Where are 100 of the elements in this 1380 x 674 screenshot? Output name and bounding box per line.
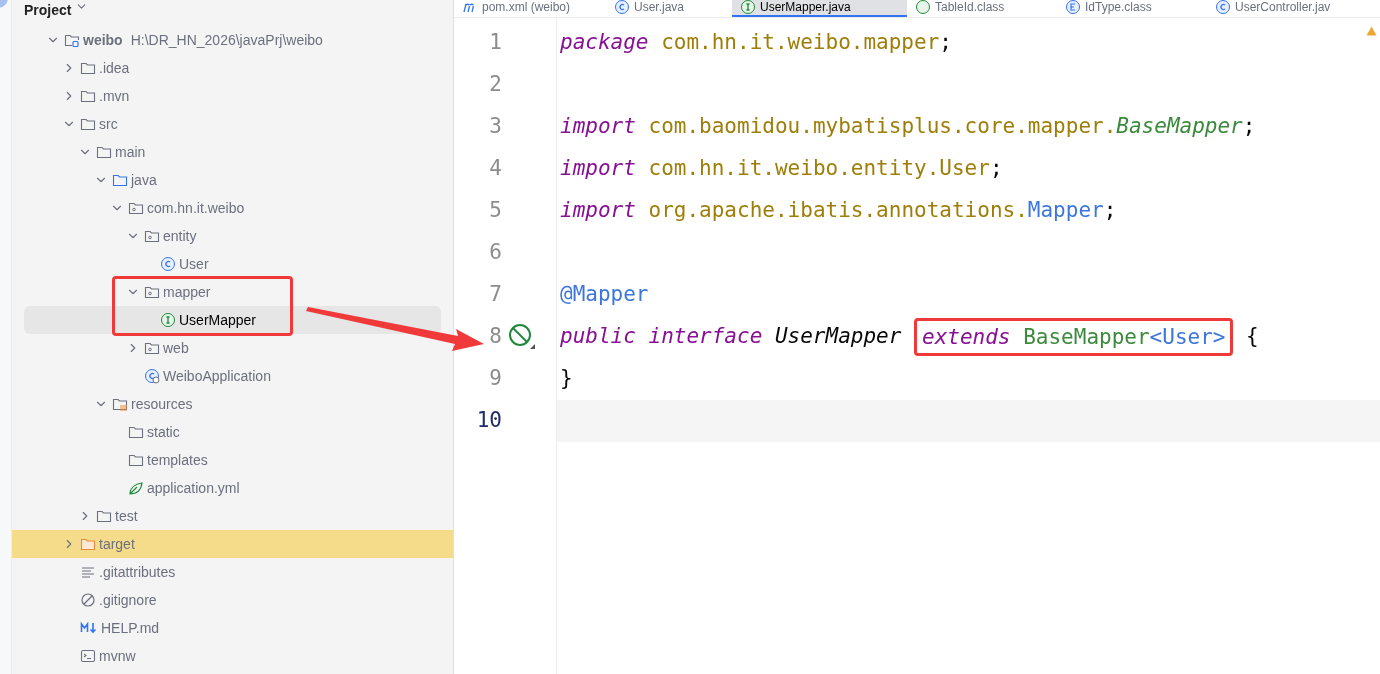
- spring-class-icon: [144, 368, 160, 384]
- code-text: {: [1245, 323, 1259, 351]
- tree-item[interactable]: application.yml: [12, 474, 244, 502]
- tree-item-label: templates: [147, 450, 208, 470]
- tree-item-label: resources: [131, 394, 193, 414]
- path-hint: H:\DR_HN_2026\javaPrj\weibo: [130, 30, 323, 50]
- code-token: import: [560, 155, 637, 183]
- tree-item-label: test: [115, 506, 138, 526]
- tree-item-label: .idea: [99, 58, 130, 78]
- tree-item[interactable]: .idea: [12, 54, 134, 82]
- resources-folder-icon: [112, 396, 128, 412]
- tree-item-label: .gitattributes: [99, 562, 176, 582]
- class-icon: [614, 0, 630, 15]
- editor-tab[interactable]: IdType.class: [1057, 0, 1207, 17]
- folder-icon: [80, 116, 96, 132]
- class-icon: [1215, 0, 1231, 15]
- code-token: extends: [922, 325, 1012, 349]
- ignore-file-icon: [80, 592, 96, 608]
- tree-item[interactable]: weibo H:\DR_HN_2026\javaPrj\weibo: [12, 26, 327, 54]
- editor-tab[interactable]: UserController.jav: [1207, 0, 1357, 17]
- editor-tab[interactable]: pom.xml (weibo): [454, 0, 606, 17]
- tree-item[interactable]: .gitignore: [12, 586, 161, 614]
- leaf-icon: [128, 480, 144, 496]
- interface-icon: [160, 312, 176, 328]
- tree-item[interactable]: .gitattributes: [12, 558, 180, 586]
- line-number: 7: [488, 281, 502, 309]
- panel-title: Project: [24, 1, 72, 20]
- code-token: Mapper: [1027, 197, 1104, 225]
- code-token: public interface: [560, 323, 764, 351]
- tree-item[interactable]: mvnw: [12, 642, 140, 670]
- tree-item[interactable]: com.hn.it.weibo: [12, 194, 249, 222]
- tree-item[interactable]: test: [12, 502, 142, 530]
- tree-item[interactable]: entity: [12, 222, 201, 250]
- line-number: 8: [488, 323, 502, 351]
- code-token: BaseMapper: [1116, 113, 1243, 141]
- tree-item-label: mapper: [163, 282, 211, 302]
- tree-item-label: static: [147, 422, 180, 442]
- code-text: }: [560, 365, 573, 393]
- text-file-icon: [80, 564, 96, 580]
- line-number: 3: [488, 113, 502, 141]
- code-text: ;: [1103, 197, 1117, 225]
- tree-item[interactable]: src: [12, 110, 122, 138]
- package-folder-icon: [128, 200, 144, 216]
- enum-icon: [1065, 0, 1081, 15]
- tree-item[interactable]: HELP.md: [12, 614, 164, 642]
- implemented-marker-icon[interactable]: [508, 324, 536, 350]
- tree-item-label: application.yml: [147, 478, 240, 498]
- project-folder-icon: [64, 32, 80, 48]
- line-number: 10: [475, 407, 502, 435]
- tree-item-label: WeiboApplication: [163, 366, 271, 386]
- code-token: package: [560, 29, 650, 57]
- tree-item[interactable]: UserMapper: [24, 306, 441, 334]
- tree-item-label: src: [99, 114, 118, 134]
- code-token: com.hn.it.weibo.mapper: [661, 29, 940, 57]
- tree-item-label: java: [131, 170, 157, 190]
- line-number: 1: [488, 29, 502, 57]
- code-token: com.hn.it.weibo.entity.User: [648, 155, 990, 183]
- tree-item[interactable]: static: [12, 418, 184, 446]
- code-token: import: [560, 113, 637, 141]
- code-token: <User>: [1149, 325, 1226, 349]
- tree-item-label: web: [163, 338, 189, 358]
- tree-item[interactable]: templates: [12, 446, 212, 474]
- tree-item[interactable]: main: [12, 138, 150, 166]
- folder-icon: [96, 144, 112, 160]
- line-number: 9: [488, 365, 502, 393]
- package-folder-icon: [144, 228, 160, 244]
- tree-item[interactable]: User: [12, 250, 213, 278]
- line-number: 6: [488, 239, 502, 267]
- tree-item-label: HELP.md: [101, 618, 160, 638]
- package-folder-icon: [144, 340, 160, 356]
- folder-icon: [80, 536, 96, 552]
- tree-item-label: User: [179, 254, 209, 274]
- code-token: BaseMapper: [1023, 325, 1150, 349]
- folder-icon: [80, 60, 96, 76]
- package-folder-icon: [144, 284, 160, 300]
- line-number: 5: [488, 197, 502, 225]
- markdown-icon: [80, 620, 98, 636]
- tree-item[interactable]: .mvn: [12, 82, 134, 110]
- tree-item-label: entity: [163, 226, 197, 246]
- code-text: ;: [989, 155, 1003, 183]
- warning-icon: [1366, 26, 1377, 36]
- editor-tab[interactable]: TableId.class: [907, 0, 1057, 17]
- tree-item-label: mvnw: [99, 646, 136, 666]
- editor-tab[interactable]: User.java: [606, 0, 732, 17]
- code-token: com.baomidou.mybatisplus.core.mapper.: [648, 113, 1117, 141]
- folder-icon: [112, 172, 128, 188]
- tree-item-label: main: [115, 142, 146, 162]
- line-number: 2: [488, 71, 502, 99]
- tree-item[interactable]: resources: [12, 390, 197, 418]
- interface-icon: [740, 0, 756, 15]
- terminal-icon: [80, 648, 96, 664]
- folder-icon: [128, 424, 144, 440]
- code-token: UserMapper: [774, 323, 903, 351]
- tree-item-label: weibo: [83, 30, 123, 50]
- tree-item[interactable]: target: [12, 530, 453, 558]
- tree-item[interactable]: java: [12, 166, 161, 194]
- code-token: org.apache.ibatis.annotations.: [648, 197, 1028, 225]
- editor-tab[interactable]: UserMapper.java: [732, 0, 907, 17]
- tree-item[interactable]: WeiboApplication: [12, 362, 275, 390]
- tree-item[interactable]: web: [12, 334, 193, 362]
